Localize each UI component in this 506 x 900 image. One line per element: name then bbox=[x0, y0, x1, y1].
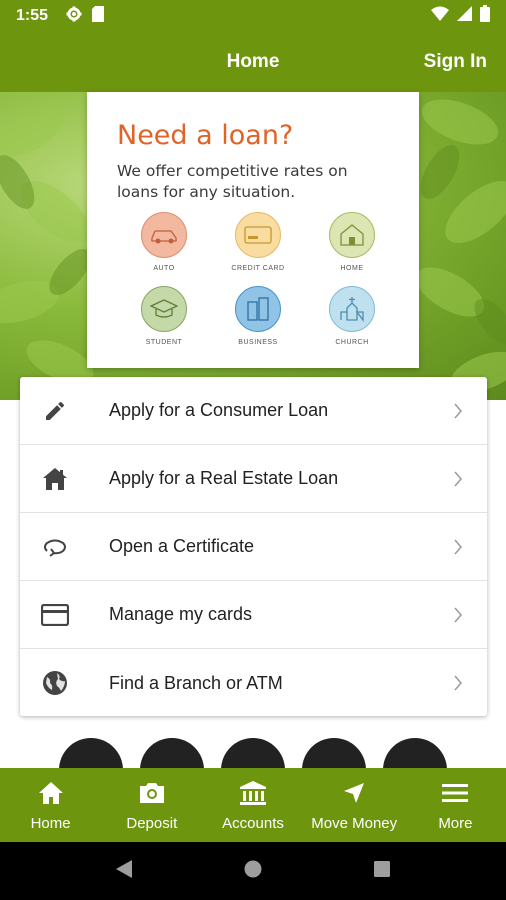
system-navigation-bar bbox=[0, 842, 506, 900]
instagram-icon[interactable] bbox=[140, 738, 204, 770]
credit-card-icon bbox=[40, 600, 70, 630]
loan-category-label: CREDIT CARD bbox=[231, 265, 285, 272]
menu-item-label: Apply for a Real Estate Loan bbox=[109, 468, 339, 488]
sd-card-icon bbox=[92, 5, 105, 27]
menu-item-consumer-loan[interactable]: Apply for a Consumer Loan bbox=[20, 377, 487, 445]
chevron-right-icon bbox=[453, 402, 467, 419]
wifi-icon bbox=[431, 6, 449, 26]
loan-category-grid: AUTO CREDIT CARD HOME STUDENT BUSINESS C… bbox=[117, 212, 399, 346]
menu-item-open-certificate[interactable]: Open a Certificate bbox=[20, 513, 487, 581]
back-icon[interactable] bbox=[115, 859, 133, 884]
credit-card-icon bbox=[235, 212, 281, 258]
menu-item-label: Apply for a Consumer Loan bbox=[109, 400, 329, 420]
house-icon bbox=[40, 464, 70, 494]
nav-move-money[interactable]: Move Money bbox=[304, 768, 405, 842]
nav-label: More bbox=[438, 815, 473, 832]
page-title: Home bbox=[226, 51, 280, 72]
graduation-cap-icon bbox=[141, 286, 187, 332]
menu-item-find-branch-atm[interactable]: Find a Branch or ATM bbox=[20, 649, 487, 717]
status-time: 1:55 bbox=[16, 7, 49, 24]
youtube-icon[interactable] bbox=[383, 738, 447, 770]
sign-in-button[interactable]: Sign In bbox=[424, 51, 487, 73]
house-icon bbox=[329, 212, 375, 258]
home-circle-icon[interactable] bbox=[244, 860, 262, 883]
nav-label: Move Money bbox=[311, 815, 398, 832]
menu-item-real-estate-loan[interactable]: Apply for a Real Estate Loan bbox=[20, 445, 487, 513]
nav-label: Accounts bbox=[222, 815, 284, 832]
loan-category-label: HOME bbox=[340, 265, 364, 272]
recents-square-icon[interactable] bbox=[373, 860, 391, 883]
signal-icon bbox=[457, 6, 472, 26]
menu-item-label: Open a Certificate bbox=[109, 536, 255, 556]
chevron-right-icon bbox=[453, 470, 467, 487]
quick-actions-list: Apply for a Consumer Loan Apply for a Re… bbox=[20, 377, 487, 716]
loan-category-business[interactable]: BUSINESS bbox=[211, 286, 305, 346]
loan-category-student[interactable]: STUDENT bbox=[117, 286, 211, 346]
settings-gear-icon bbox=[66, 6, 82, 27]
nav-label: Deposit bbox=[126, 815, 178, 832]
menu-item-label: Manage my cards bbox=[109, 604, 253, 624]
loan-category-credit-card[interactable]: CREDIT CARD bbox=[211, 212, 305, 272]
app-bar: Home Sign In bbox=[0, 32, 506, 92]
pencil-icon bbox=[40, 396, 70, 426]
bank-icon bbox=[239, 778, 267, 808]
nav-label: Home bbox=[30, 815, 71, 832]
loan-category-auto[interactable]: AUTO bbox=[117, 212, 211, 272]
camera-icon bbox=[138, 778, 166, 808]
church-icon bbox=[329, 286, 375, 332]
status-bar: 1:55 bbox=[0, 0, 506, 32]
linkedin-icon[interactable] bbox=[221, 738, 285, 770]
loan-promo-card[interactable]: Need a loan? We offer competitive rates … bbox=[87, 92, 419, 368]
home-icon bbox=[38, 778, 64, 808]
chevron-right-icon bbox=[453, 538, 467, 555]
chevron-right-icon bbox=[453, 675, 467, 691]
loan-category-church[interactable]: CHURCH bbox=[305, 286, 399, 346]
loan-category-label: BUSINESS bbox=[238, 339, 278, 346]
nav-accounts[interactable]: Accounts bbox=[202, 768, 303, 842]
loan-promo-title: Need a loan? bbox=[117, 120, 294, 151]
twitter-icon[interactable] bbox=[302, 738, 366, 770]
menu-item-manage-cards[interactable]: Manage my cards bbox=[20, 581, 487, 649]
facebook-icon[interactable] bbox=[59, 738, 123, 770]
chevron-right-icon bbox=[453, 606, 467, 623]
loan-category-label: CHURCH bbox=[335, 339, 369, 346]
hamburger-menu-icon bbox=[442, 778, 469, 808]
nav-deposit[interactable]: Deposit bbox=[101, 768, 202, 842]
loan-category-label: STUDENT bbox=[145, 339, 183, 346]
navigation-arrow-icon bbox=[342, 778, 366, 808]
bottom-navigation: Home Deposit Accounts Move Money More bbox=[0, 768, 506, 842]
loan-category-home[interactable]: HOME bbox=[305, 212, 399, 272]
nav-more[interactable]: More bbox=[405, 768, 506, 842]
menu-item-label: Find a Branch or ATM bbox=[109, 672, 283, 693]
nav-home[interactable]: Home bbox=[0, 768, 101, 842]
buildings-icon bbox=[235, 286, 281, 332]
globe-icon bbox=[40, 668, 70, 698]
loan-promo-subtitle: We offer competitive rates on loans for … bbox=[117, 162, 348, 201]
social-links-row bbox=[0, 738, 506, 770]
car-icon bbox=[141, 212, 187, 258]
refresh-icon bbox=[40, 532, 70, 562]
battery-icon bbox=[480, 5, 490, 27]
loan-category-label: AUTO bbox=[153, 265, 175, 272]
